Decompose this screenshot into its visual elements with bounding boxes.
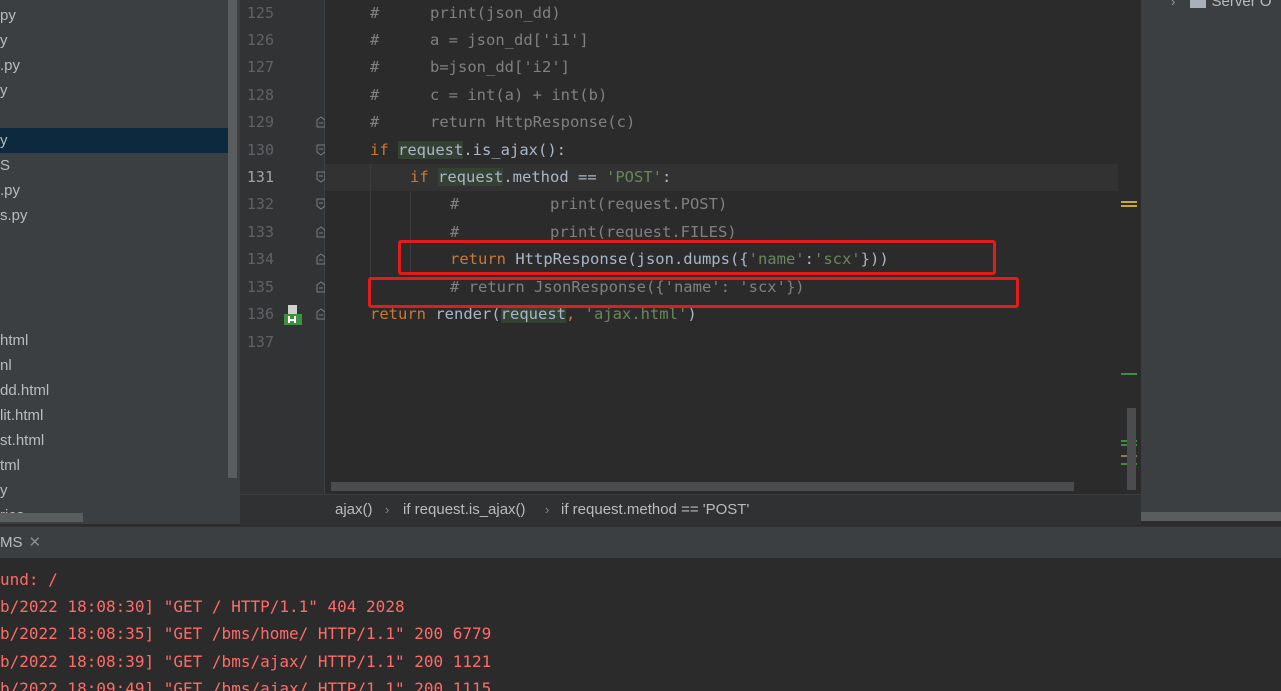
navigate-to-template-icon[interactable] <box>282 304 304 326</box>
tree-item[interactable]: html <box>0 328 28 353</box>
code-line-127: # <box>370 58 380 76</box>
code-line-130: if request.is_ajax(): <box>370 137 566 164</box>
run-tab-label: MS <box>0 534 23 551</box>
line-number: 137 <box>246 333 274 351</box>
console-line: b/2022 18:08:30] "GET / HTTP/1.1" 404 20… <box>0 597 405 616</box>
code-line-125-text: print(json_dd) <box>430 4 561 22</box>
chevron-right-icon: › <box>385 502 390 517</box>
run-tab-bar: MS ✕ <box>0 526 1281 559</box>
tree-item[interactable]: dd.html <box>0 378 49 403</box>
server-tree-item[interactable]: › Server O <box>1171 0 1272 12</box>
code-line-126: # <box>370 31 380 49</box>
run-console[interactable]: und: / b/2022 18:08:30] "GET / HTTP/1.1"… <box>0 558 1281 691</box>
comment-hash: # <box>370 4 380 22</box>
tree-item[interactable]: nl <box>0 353 12 378</box>
string-literal: 'POST' <box>606 168 662 186</box>
code-line-125: # <box>370 0 379 27</box>
tree-item[interactable]: s.py <box>0 203 28 228</box>
editor-gutter: 125 126 127 128 129 130 131 132 133 134 … <box>240 0 326 494</box>
code-line-131: if request.method == 'POST': <box>410 164 671 191</box>
line-number: 135 <box>246 278 274 296</box>
project-tree-panel: py y .py y y S .py s.py html nl dd.html … <box>0 0 240 524</box>
warning-marker[interactable] <box>1121 201 1137 203</box>
tree-item[interactable]: .py <box>0 178 20 203</box>
line-number: 128 <box>246 86 274 104</box>
code-line-129: # <box>370 113 380 131</box>
folder-icon <box>1189 0 1206 9</box>
line-number: 127 <box>246 58 274 76</box>
right-panel-scrollbar[interactable] <box>1141 512 1281 521</box>
tree-item-selected[interactable]: y <box>0 128 8 153</box>
annotation-box-line-134 <box>398 240 996 275</box>
code-text: : <box>662 168 672 186</box>
console-line: b/2022 18:08:39] "GET /bms/ajax/ HTTP/1.… <box>0 652 492 671</box>
keyword-if: if <box>410 168 429 186</box>
line-number: 129 <box>246 113 274 131</box>
tree-item[interactable]: st.html <box>0 428 44 453</box>
server-label: Server O <box>1211 0 1272 10</box>
code-line-132: # <box>450 195 460 213</box>
tree-item[interactable]: y <box>0 78 8 103</box>
tree-item[interactable]: lit.html <box>0 403 43 428</box>
line-number: 125 <box>246 4 274 22</box>
editor-horizontal-scrollbar[interactable] <box>331 482 1074 491</box>
tree-item[interactable]: y <box>0 478 8 503</box>
chevron-right-icon: › <box>545 502 550 517</box>
code-line-127-text: b=json_dd['i2'] <box>430 58 570 76</box>
warning-marker[interactable] <box>1121 205 1137 207</box>
line-number-current: 131 <box>246 168 274 186</box>
tree-item[interactable]: tml <box>0 453 20 478</box>
code-text: .method == <box>503 168 606 186</box>
editor-vertical-scrollbar[interactable] <box>1127 408 1136 490</box>
annotation-box-line-135 <box>368 277 1019 308</box>
tree-vertical-scrollbar[interactable] <box>228 0 237 478</box>
variable-request: request <box>398 141 464 159</box>
code-line-128: # <box>370 86 380 104</box>
line-number: 126 <box>246 31 274 49</box>
close-icon[interactable]: ✕ <box>29 534 42 551</box>
right-tool-panel: › Server O <box>1141 0 1281 512</box>
change-marker[interactable] <box>1121 373 1137 375</box>
breadcrumb-item[interactable]: if request.is_ajax() <box>403 495 526 525</box>
line-number: 133 <box>246 223 274 241</box>
keyword-if: if <box>370 141 389 159</box>
breadcrumb-item[interactable]: ajax() <box>335 495 373 525</box>
line-number: 134 <box>246 250 274 268</box>
tree-item[interactable]: py <box>0 3 16 28</box>
line-number: 136 <box>246 305 274 323</box>
tree-item[interactable]: y <box>0 28 8 53</box>
tree-item[interactable]: S <box>0 153 10 178</box>
line-number: 132 <box>246 195 274 213</box>
tree-horizontal-scrollbar[interactable] <box>0 513 83 522</box>
code-text: .is_ajax(): <box>463 141 566 159</box>
chevron-right-icon[interactable]: › <box>1171 0 1175 9</box>
console-line: b/2022 18:08:35] "GET /bms/home/ HTTP/1.… <box>0 624 492 643</box>
code-line-126-text: a = json_dd['i1'] <box>430 31 589 49</box>
run-tab[interactable]: MS ✕ <box>0 527 41 559</box>
breadcrumb: ajax() › if request.is_ajax() › if reque… <box>240 494 1141 525</box>
variable-request: request <box>438 168 504 186</box>
line-number: 130 <box>246 141 274 159</box>
tree-item[interactable]: .py <box>0 53 20 78</box>
console-line: und: / <box>0 570 58 589</box>
breadcrumb-item[interactable]: if request.method == 'POST' <box>561 495 749 525</box>
tree-selection-highlight <box>0 128 232 153</box>
code-line-132-text: print(request.POST) <box>550 195 728 213</box>
console-line: b/2022 18:09:49] "GET /bms/ajax/ HTTP/1.… <box>0 679 492 691</box>
code-line-128-text: c = int(a) + int(b) <box>430 86 608 104</box>
code-line-129-text: return HttpResponse(c) <box>430 113 636 131</box>
